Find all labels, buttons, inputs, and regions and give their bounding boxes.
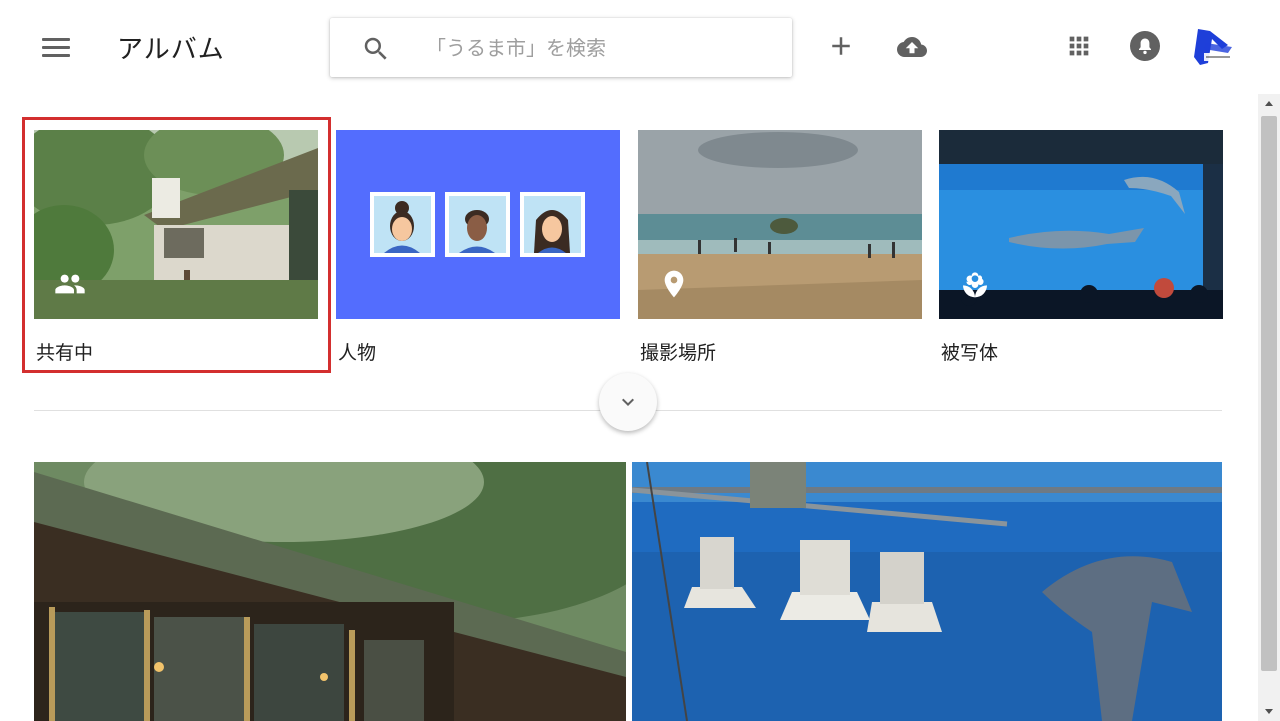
expand-button[interactable] <box>599 373 657 431</box>
app-header: アルバム <box>0 0 1280 94</box>
vertical-scrollbar[interactable] <box>1258 94 1280 721</box>
album-label: 人物 <box>338 342 377 364</box>
flower-icon <box>963 272 987 298</box>
album-people[interactable]: 人物 <box>336 130 620 364</box>
scroll-down-arrow-icon[interactable] <box>1258 703 1280 719</box>
album-shared-thumbnail <box>34 130 318 319</box>
album-cover-photo-2[interactable] <box>632 462 1222 721</box>
account-avatar-icon <box>1188 23 1236 71</box>
search-bar[interactable] <box>330 18 792 77</box>
album-people-thumbnail <box>336 130 620 319</box>
scrollbar-thumb[interactable] <box>1261 116 1277 671</box>
cloud-upload-icon[interactable] <box>892 32 932 62</box>
album-shared[interactable]: 共有中 <box>34 130 318 364</box>
menu-button[interactable] <box>36 30 76 66</box>
search-input[interactable] <box>426 30 766 66</box>
album-things-thumbnail <box>939 130 1223 319</box>
location-pin-icon <box>664 270 684 298</box>
hamburger-menu-icon <box>42 38 70 41</box>
chevron-down-icon <box>622 398 634 406</box>
scroll-up-arrow-icon[interactable] <box>1258 96 1280 112</box>
page-title: アルバム <box>117 35 225 65</box>
album-things[interactable]: 被写体 <box>939 130 1223 364</box>
apps-grid-icon[interactable] <box>1065 32 1093 60</box>
album-label: 共有中 <box>36 342 94 364</box>
bell-icon[interactable] <box>1129 30 1161 62</box>
album-label: 被写体 <box>941 342 999 364</box>
plus-icon[interactable] <box>826 31 856 61</box>
album-label: 撮影場所 <box>640 342 717 364</box>
album-places-thumbnail <box>638 130 922 319</box>
album-places[interactable]: 撮影場所 <box>638 130 922 364</box>
people-icon <box>55 274 85 294</box>
avatar[interactable] <box>1188 23 1236 71</box>
album-cover-photo-1[interactable] <box>34 462 626 721</box>
search-icon <box>364 37 387 60</box>
